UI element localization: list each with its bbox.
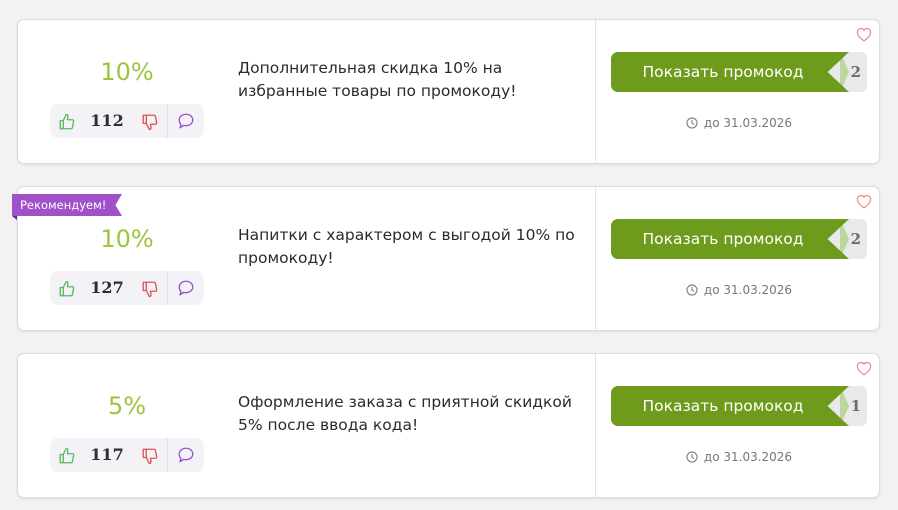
expiry: до 31.03.2026 — [611, 282, 867, 298]
card-divider — [595, 354, 596, 497]
coupon-card: 5% 117 Оформление заказа с приятной скид… — [17, 353, 880, 498]
coupon-card: 10% 112 Дополнительная скидка 10% на изб… — [17, 19, 880, 164]
show-promo-button[interactable]: Показать промокод — [611, 219, 849, 259]
coupon-description: Напитки с характером с выгодой 10% по пр… — [238, 226, 575, 267]
vote-count: 117 — [90, 445, 124, 464]
thumbs-down-icon[interactable] — [141, 446, 159, 466]
show-promo-control[interactable]: 1 Показать промокод — [611, 386, 867, 426]
vote-count: 112 — [90, 111, 124, 130]
clock-icon — [686, 451, 698, 463]
comment-icon[interactable] — [177, 112, 195, 130]
recommended-badge: Рекомендуем! — [12, 194, 122, 216]
expiry: до 31.03.2026 — [611, 449, 867, 465]
thumbs-up-icon[interactable] — [58, 279, 76, 299]
show-promo-control[interactable]: 2 Показать промокод — [611, 52, 867, 92]
card-divider — [595, 20, 596, 163]
thumbs-up-icon[interactable] — [58, 112, 76, 132]
expiry-date: до 31.03.2026 — [703, 450, 793, 464]
show-promo-control[interactable]: 2 Показать промокод — [611, 219, 867, 259]
vote-divider — [167, 271, 168, 305]
clock-icon — [686, 284, 698, 296]
discount-value: 10% — [100, 58, 154, 86]
vote-box: 117 — [50, 438, 204, 472]
coupon-card: 10% 127 Напитки с характером с выгодой 1… — [17, 186, 880, 331]
coupon-description: Оформление заказа с приятной скидкой 5% … — [238, 393, 572, 434]
comment-icon[interactable] — [177, 446, 195, 464]
heart-icon[interactable] — [856, 194, 872, 209]
recommended-badge-tail — [12, 216, 17, 220]
expiry-date: до 31.03.2026 — [703, 116, 793, 130]
heart-icon[interactable] — [856, 27, 872, 42]
vote-divider — [167, 104, 168, 138]
comment-icon[interactable] — [177, 279, 195, 297]
vote-count: 127 — [90, 278, 124, 297]
vote-divider — [167, 438, 168, 472]
expiry: до 31.03.2026 — [611, 115, 867, 131]
vote-box: 112 — [50, 104, 204, 138]
card-divider — [595, 187, 596, 330]
show-promo-button[interactable]: Показать промокод — [611, 52, 849, 92]
thumbs-down-icon[interactable] — [141, 112, 159, 132]
discount-value: 5% — [107, 392, 147, 420]
expiry-date: до 31.03.2026 — [703, 283, 793, 297]
thumbs-down-icon[interactable] — [141, 279, 159, 299]
thumbs-up-icon[interactable] — [58, 446, 76, 466]
show-promo-button[interactable]: Показать промокод — [611, 386, 849, 426]
heart-icon[interactable] — [856, 361, 872, 376]
discount-value: 10% — [100, 225, 154, 253]
coupon-description: Дополнительная скидка 10% на избранные т… — [238, 59, 517, 100]
clock-icon — [686, 117, 698, 129]
vote-box: 127 — [50, 271, 204, 305]
